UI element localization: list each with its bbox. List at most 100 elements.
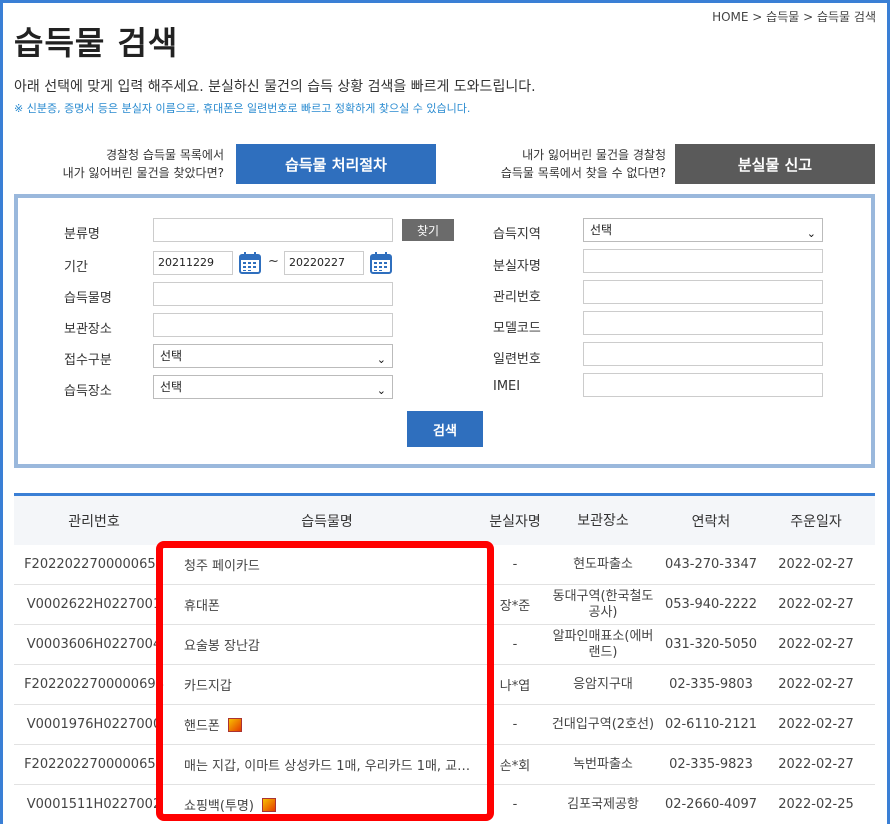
cell-owner: -	[512, 557, 518, 572]
process-procedure-button[interactable]: 습득물 처리절차	[236, 144, 436, 184]
model-input[interactable]	[583, 311, 823, 335]
category-label: 분류명	[64, 227, 100, 242]
receipt-type-label: 접수구분	[64, 353, 112, 368]
chevron-down-icon: ⌄	[376, 384, 386, 397]
chevron-down-icon: ⌄	[806, 227, 816, 240]
storage-label: 보관장소	[64, 322, 112, 337]
date-from-input[interactable]: 20211229	[153, 251, 233, 275]
table-row[interactable]: F2022022700000694 카드지갑 나*엽 응암지구대 02-335-…	[14, 665, 875, 705]
region-select[interactable]: 선택 ⌄	[583, 218, 823, 242]
cell-storage: 동대구역(한국철도공사)	[552, 588, 654, 620]
find-category-button[interactable]: 찾기	[402, 219, 454, 241]
lost-report-button[interactable]: 분실물 신고	[675, 144, 875, 184]
cell-manage-no: V0001511H0227002	[26, 797, 162, 812]
imei-input[interactable]	[583, 373, 823, 397]
calendar-icon[interactable]	[369, 251, 393, 275]
cell-owner: 손*회	[499, 759, 531, 774]
cell-owner: -	[512, 637, 518, 652]
imei-label: IMEI	[493, 379, 521, 394]
receipt-type-select[interactable]: 선택 ⌄	[153, 344, 393, 368]
cell-storage: 녹번파출소	[573, 756, 633, 772]
cell-storage: 현도파출소	[573, 556, 633, 572]
cell-item-name[interactable]: 매는 지갑, 이마트 상성카드 1매, 우리카드 1매, 교통카드 1매	[174, 755, 480, 774]
cell-date: 2022-02-27	[778, 677, 854, 692]
cell-phone: 02-6110-2121	[664, 717, 758, 732]
photo-icon	[261, 798, 276, 812]
note-text: ※ 신분증, 증명서 등은 분실자 이름으로, 휴대폰은 일련번호로 빠르고 정…	[14, 102, 471, 115]
region-label: 습득지역	[493, 227, 541, 242]
header-owner: 분실자명	[489, 513, 541, 530]
cell-date: 2022-02-27	[778, 757, 854, 772]
cell-manage-no: F2022022700000652	[24, 757, 164, 772]
table-row[interactable]: V0001976H0227000 핸드폰 - 건대입구역(2호선) 02-611…	[14, 705, 875, 745]
intro-text: 아래 선택에 맞게 입력 해주세요. 분실하신 물건의 습득 상황 검색을 빠르…	[14, 79, 536, 95]
promo-left-line1: 경찰청 습득물 목록에서	[105, 148, 224, 162]
breadcrumb: HOME > 습득물 > 습득물 검색	[712, 10, 876, 24]
table-header: 관리번호 습득물명 분실자명 보관장소 연락처 주운일자	[14, 493, 875, 545]
header-phone: 연락처	[691, 513, 731, 530]
found-place-select[interactable]: 선택 ⌄	[153, 375, 393, 399]
results-table: 관리번호 습득물명 분실자명 보관장소 연락처 주운일자 F2022022700…	[14, 493, 875, 824]
cell-date: 2022-02-27	[778, 637, 854, 652]
header-date: 주운일자	[790, 513, 842, 530]
item-name-label: 습득물명	[64, 291, 112, 306]
cell-storage: 알파인매표소(에버랜드)	[552, 628, 654, 660]
table-row[interactable]: V0003606H0227004 요술봉 장난감 - 알파인매표소(에버랜드) …	[14, 625, 875, 665]
manage-no-input[interactable]	[583, 280, 823, 304]
cell-item-name[interactable]: 요술봉 장난감	[174, 635, 480, 654]
item-name-input[interactable]	[153, 282, 393, 306]
receipt-type-value: 선택	[160, 349, 183, 363]
item-name-link[interactable]: 쇼핑백(투명)	[184, 799, 254, 814]
item-name-link[interactable]: 청주 페이카드	[184, 559, 260, 574]
found-place-value: 선택	[160, 380, 183, 394]
table-row[interactable]: V0001511H0227002 쇼핑백(투명) - 김포국제공항 02-266…	[14, 785, 875, 824]
owner-input[interactable]	[583, 249, 823, 273]
chevron-down-icon: ⌄	[376, 353, 386, 366]
cell-phone: 043-270-3347	[664, 557, 758, 572]
table-row[interactable]: F2022022700000653 청주 페이카드 - 현도파출소 043-27…	[14, 545, 875, 585]
cell-storage: 건대입구역(2호선)	[551, 716, 655, 732]
cell-item-name[interactable]: 쇼핑백(투명)	[174, 795, 480, 814]
promo-right-line2: 습득물 목록에서 찾을 수 없다면?	[500, 166, 666, 180]
item-name-link[interactable]: 요술봉 장난감	[184, 639, 260, 654]
manage-no-label: 관리번호	[493, 290, 541, 305]
header-manage-no: 관리번호	[68, 513, 120, 530]
promo-left-text: 경찰청 습득물 목록에서 내가 잃어버린 물건을 찾았다면?	[30, 146, 224, 182]
date-to-input[interactable]: 20220227	[284, 251, 364, 275]
item-name-link[interactable]: 핸드폰	[184, 719, 220, 734]
cell-phone: 02-335-9803	[669, 677, 753, 692]
photo-icon	[227, 718, 242, 732]
table-row[interactable]: V0002622H0227001 휴대폰 장*준 동대구역(한국철도공사) 05…	[14, 585, 875, 625]
cell-manage-no: F2022022700000653	[24, 557, 164, 572]
table-row[interactable]: F2022022700000652 매는 지갑, 이마트 상성카드 1매, 우리…	[14, 745, 875, 785]
cell-manage-no: V0001976H0227000	[26, 717, 162, 732]
cell-item-name[interactable]: 휴대폰	[174, 595, 480, 614]
cell-manage-no: F2022022700000694	[24, 677, 164, 692]
model-label: 모델코드	[493, 321, 541, 336]
cell-owner: 나*엽	[499, 679, 531, 694]
cell-item-name[interactable]: 핸드폰	[174, 715, 480, 734]
period-label: 기간	[64, 260, 88, 275]
category-input[interactable]	[153, 218, 393, 242]
found-place-label: 습득장소	[64, 384, 112, 399]
promo-right-line1: 내가 잃어버린 물건을 경찰청	[522, 148, 666, 162]
item-name-link[interactable]: 카드지갑	[184, 679, 232, 694]
cell-manage-no: V0003606H0227004	[26, 637, 162, 652]
cell-owner: -	[512, 797, 518, 812]
serial-input[interactable]	[583, 342, 823, 366]
header-item-name: 습득물명	[301, 513, 353, 530]
region-value: 선택	[590, 223, 613, 237]
search-button[interactable]: 검색	[407, 411, 483, 447]
calendar-icon[interactable]	[238, 251, 262, 275]
cell-item-name[interactable]: 청주 페이카드	[174, 555, 480, 574]
item-name-link[interactable]: 매는 지갑, 이마트 상성카드 1매, 우리카드 1매, 교통카드 1매	[184, 759, 480, 774]
cell-item-name[interactable]: 카드지갑	[174, 675, 480, 694]
item-name-link[interactable]: 휴대폰	[184, 599, 220, 614]
cell-date: 2022-02-27	[778, 597, 854, 612]
cell-phone: 031-320-5050	[664, 637, 758, 652]
cell-storage: 응암지구대	[573, 676, 633, 692]
storage-input[interactable]	[153, 313, 393, 337]
owner-label: 분실자명	[493, 259, 541, 274]
header-storage: 보관장소	[577, 512, 629, 529]
page-title: 습득물 검색	[14, 24, 179, 62]
